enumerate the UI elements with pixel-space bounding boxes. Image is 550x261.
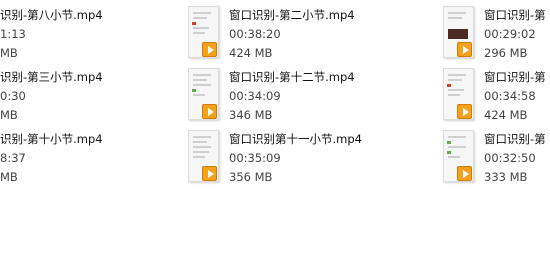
play-icon — [457, 42, 472, 57]
play-icon — [457, 104, 472, 119]
file-size: MB — [0, 108, 18, 122]
file-duration: 8:37 — [0, 151, 26, 165]
file-size: 296 MB — [484, 46, 528, 60]
play-icon — [202, 42, 217, 57]
file-size: MB — [0, 170, 18, 184]
file-info: 识别-第三小节.mp4 0:30 MB — [0, 68, 103, 125]
video-thumbnail — [443, 130, 474, 182]
file-size: 333 MB — [484, 170, 528, 184]
video-thumbnail — [188, 130, 219, 182]
file-size: 356 MB — [229, 170, 273, 184]
file-info: 识别-第八小节.mp4 1:13 MB — [0, 6, 103, 63]
file-size: 346 MB — [229, 108, 273, 122]
file-name: 窗口识别-第 — [484, 132, 546, 146]
video-thumbnail — [443, 6, 474, 58]
play-icon — [202, 166, 217, 181]
file-size: 424 MB — [484, 108, 528, 122]
file-duration: 00:34:58 — [484, 89, 536, 103]
file-name: 窗口识别-第 — [484, 70, 546, 84]
file-name: 识别-第三小节.mp4 — [0, 70, 103, 84]
file-info: 窗口识别-第 00:29:02 296 MB — [484, 6, 546, 63]
file-size: MB — [0, 46, 18, 60]
file-info: 窗口识别-第十二节.mp4 00:34:09 346 MB — [229, 68, 355, 125]
file-info: 识别-第十小节.mp4 8:37 MB — [0, 130, 103, 187]
play-icon — [457, 166, 472, 181]
file-duration: 1:13 — [0, 27, 26, 41]
video-thumbnail — [443, 68, 474, 120]
file-name: 识别-第十小节.mp4 — [0, 132, 103, 146]
file-name: 识别-第八小节.mp4 — [0, 8, 103, 22]
file-name: 窗口识别-第二小节.mp4 — [229, 8, 355, 22]
file-name: 窗口识别第十一小节.mp4 — [229, 132, 362, 146]
file-info: 窗口识别第十一小节.mp4 00:35:09 356 MB — [229, 130, 362, 187]
video-thumbnail — [188, 68, 219, 120]
file-name: 窗口识别-第十二节.mp4 — [229, 70, 355, 84]
file-duration: 00:34:09 — [229, 89, 281, 103]
file-duration: 00:32:50 — [484, 151, 536, 165]
video-thumbnail — [188, 6, 219, 58]
file-duration: 0:30 — [0, 89, 26, 103]
file-duration: 00:29:02 — [484, 27, 536, 41]
play-icon — [202, 104, 217, 119]
file-size: 424 MB — [229, 46, 273, 60]
file-info: 窗口识别-第 00:32:50 333 MB — [484, 130, 546, 187]
file-name: 窗口识别-第 — [484, 8, 546, 22]
file-info: 窗口识别-第二小节.mp4 00:38:20 424 MB — [229, 6, 355, 63]
file-duration: 00:38:20 — [229, 27, 281, 41]
file-info: 窗口识别-第 00:34:58 424 MB — [484, 68, 546, 125]
file-duration: 00:35:09 — [229, 151, 281, 165]
